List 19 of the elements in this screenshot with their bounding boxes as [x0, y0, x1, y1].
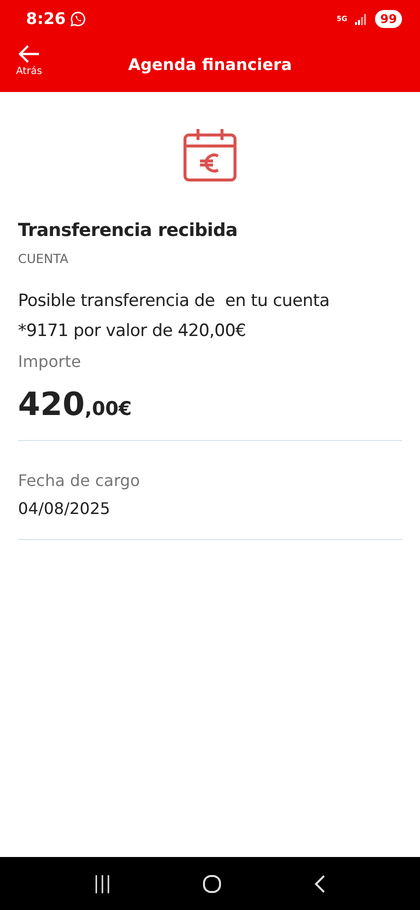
calendar-euro-icon — [183, 128, 237, 182]
signal-icon — [355, 14, 368, 24]
back-button[interactable]: Atrás — [12, 44, 46, 79]
page-title: Agenda financiera — [128, 54, 292, 76]
category-label: CUENTA — [18, 250, 70, 268]
transfer-title: Transferencia recibida — [18, 220, 238, 242]
date-value: 04/08/2025 — [18, 498, 112, 520]
status-time: 8:26 — [26, 8, 66, 30]
amount-decimals: ,00€ — [84, 398, 132, 420]
back-arrow-icon — [17, 44, 42, 64]
battery-level: 99 — [375, 10, 402, 28]
amount-label: Importe — [18, 351, 82, 374]
home-icon — [202, 874, 222, 894]
chat-bubble-icon — [70, 11, 86, 27]
amount-integer: 420 — [18, 385, 85, 424]
transfer-description: Posible transferencia de en tu cuenta *9171 por valor de 420,00€ — [18, 290, 330, 344]
back-icon — [312, 874, 327, 894]
date-label: Fecha de cargo — [18, 470, 141, 492]
recents-button[interactable]: ||| — [83, 866, 122, 901]
